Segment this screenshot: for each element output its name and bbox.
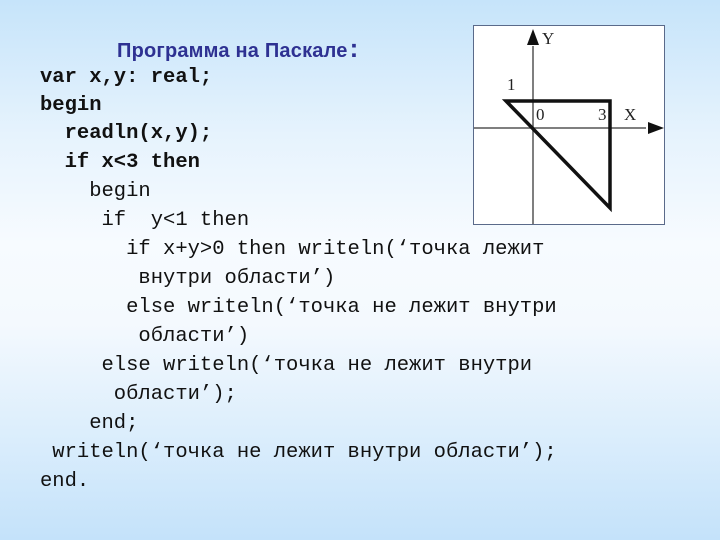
- code-line: области’);: [40, 383, 237, 406]
- triangle-region: [501, 99, 612, 213]
- slide-title: Программа на Паскале:: [117, 33, 358, 64]
- code-line: if x<3 then: [40, 151, 200, 174]
- title-text: Программа на Паскале: [117, 40, 348, 62]
- code-line: writeln(‘точка не лежит внутри области’)…: [40, 441, 557, 464]
- code-line: begin: [40, 180, 151, 203]
- tick-origin-0: 0: [536, 105, 545, 124]
- code-line: else writeln(‘точка не лежит внутри: [40, 296, 557, 319]
- title-colon: :: [349, 33, 359, 63]
- code-line: end;: [40, 412, 139, 435]
- code-line: var x,y: real;: [40, 66, 213, 89]
- tick-x-3: 3: [598, 105, 607, 124]
- y-axis-arrow-icon: [527, 29, 539, 45]
- code-line: if x+y>0 then writeln(‘точка лежит: [40, 238, 545, 261]
- code-line: end.: [40, 470, 90, 493]
- code-line: begin: [40, 94, 102, 117]
- x-axis-label: X: [624, 105, 636, 124]
- x-axis-arrow-icon: [648, 122, 664, 134]
- code-line: else writeln(‘точка не лежит внутри: [40, 354, 533, 377]
- tick-y-1: 1: [507, 75, 516, 94]
- diagram-svg: Y X 1 0 3: [474, 29, 664, 224]
- code-line: внутри области’): [40, 267, 336, 290]
- region-diagram: Y X 1 0 3: [473, 25, 665, 225]
- code-line: области’): [40, 325, 250, 348]
- y-axis-label: Y: [542, 29, 554, 48]
- code-line: readln(x,y);: [40, 122, 213, 145]
- code-line: if y<1 then: [40, 209, 250, 232]
